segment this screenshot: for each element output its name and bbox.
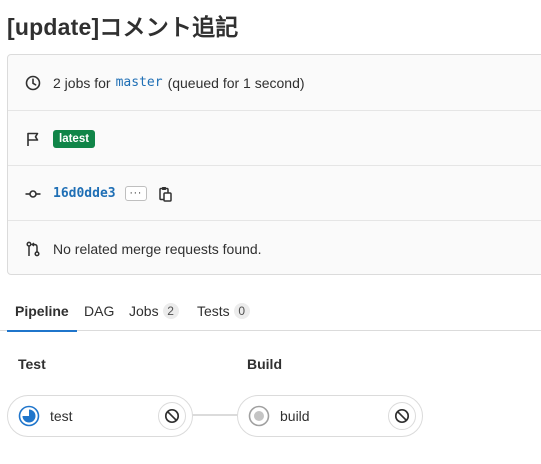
tab-dag[interactable]: DAG	[76, 290, 122, 331]
stage-title-test: Test	[18, 356, 46, 372]
merge-requests-row: No related merge requests found.	[8, 221, 541, 276]
pipeline-info-card: 2 jobs for master (queued for 1 second) …	[7, 54, 541, 275]
commit-sha-link[interactable]: 16d0dde3	[53, 186, 116, 201]
tab-tests[interactable]: Tests 0	[189, 290, 258, 331]
cancel-icon[interactable]	[158, 402, 186, 430]
stage-title-build: Build	[247, 356, 282, 372]
stage-connector	[190, 414, 240, 416]
clock-icon	[24, 74, 42, 92]
tab-label: Pipeline	[15, 302, 69, 319]
job-build[interactable]: build	[237, 395, 423, 437]
latest-badge: latest	[53, 129, 96, 148]
branch-link[interactable]: master	[116, 75, 163, 90]
queued-duration-text: (queued for 1 second)	[167, 74, 305, 91]
commit-row: 16d0dde3 ···	[8, 166, 541, 221]
tests-count-badge: 0	[233, 302, 250, 319]
tab-jobs[interactable]: Jobs 2	[121, 290, 187, 331]
job-test[interactable]: test	[7, 395, 193, 437]
flag-icon	[24, 130, 42, 148]
tab-label: DAG	[84, 302, 115, 319]
jobs-summary-row: 2 jobs for master (queued for 1 second)	[8, 55, 541, 110]
tab-label: Jobs	[129, 302, 159, 319]
badges-row: latest	[8, 111, 541, 166]
jobs-count-badge: 2	[162, 302, 179, 319]
status-created-icon	[248, 405, 270, 427]
merge-requests-text: No related merge requests found.	[53, 240, 262, 257]
copy-to-clipboard-icon[interactable]	[157, 186, 173, 202]
commit-description-toggle-button[interactable]: ···	[124, 186, 147, 201]
job-name: test	[50, 408, 73, 424]
pipeline-tabs: Pipeline DAG Jobs 2 Tests 0	[0, 290, 541, 332]
status-running-icon	[18, 405, 40, 427]
job-name: build	[280, 408, 310, 424]
cancel-icon[interactable]	[388, 402, 416, 430]
merge-request-icon	[24, 240, 42, 258]
jobs-count-text: 2 jobs for	[53, 74, 111, 91]
commit-icon	[24, 185, 42, 203]
tab-label: Tests	[197, 302, 230, 319]
tab-pipeline[interactable]: Pipeline	[7, 290, 77, 332]
page-title: [update]コメント追記	[7, 14, 239, 40]
